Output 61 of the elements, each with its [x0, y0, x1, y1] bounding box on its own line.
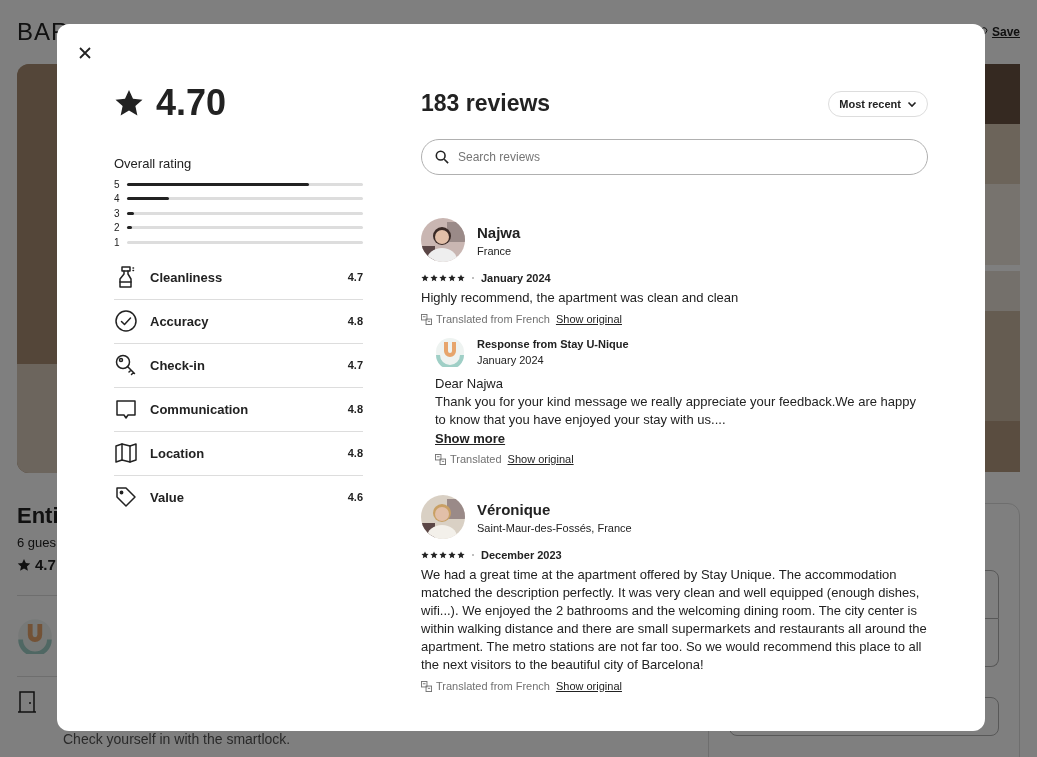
guest-summary: 6 gues	[17, 535, 57, 550]
category-score: 4.7	[347, 271, 363, 283]
translation-note: Translated from French	[436, 313, 550, 325]
review-text: Highly recommend, the apartment was clean and clean	[421, 289, 740, 307]
category-label: Cleanliness	[150, 269, 224, 285]
rating-level-label: 3	[114, 207, 121, 219]
reviewer-name: Najwa	[477, 223, 521, 241]
category-score: 4.7	[347, 359, 363, 371]
close-button[interactable]	[77, 45, 93, 61]
search-icon	[435, 150, 449, 164]
star-icon	[17, 557, 31, 572]
response-title: Response from Stay U-Nique	[477, 338, 629, 350]
rating-level-label: 1	[114, 236, 121, 248]
translation-note: Translated	[450, 453, 502, 465]
search-field[interactable]: Search reviews	[421, 139, 928, 175]
review-date: January 2024	[481, 272, 551, 284]
show-original-link[interactable]: Show original	[507, 453, 574, 465]
door-icon	[17, 691, 37, 713]
reviewer-location: France	[477, 244, 513, 257]
translation-note: Translated from French	[436, 680, 550, 692]
show-original-link[interactable]: Show original	[555, 680, 622, 692]
category-label: Value	[150, 489, 185, 505]
translate-icon	[435, 453, 446, 465]
rating-value: 4.7	[35, 556, 56, 573]
sort-dropdown[interactable]: Most recent	[828, 90, 928, 117]
response-text: Dear Najwa	[435, 375, 504, 393]
overall-rating-label: Overall rating	[114, 156, 193, 171]
review-date: December 2023	[481, 549, 562, 561]
key-icon	[114, 353, 138, 377]
listing-heading: Enti	[17, 503, 59, 529]
host-logo-icon	[435, 337, 465, 367]
category-label: Check-in	[150, 357, 206, 373]
show-original-link[interactable]: Show original	[555, 313, 622, 325]
star-icon	[114, 88, 144, 118]
map-icon	[114, 441, 138, 465]
speech-bubble-icon	[114, 397, 138, 421]
overall-score: 4.70	[156, 82, 227, 124]
category-score: 4.8	[347, 403, 363, 415]
host-logo-icon	[17, 618, 53, 654]
check-circle-icon	[114, 309, 138, 333]
translate-icon	[421, 313, 432, 325]
reviews-count: 183 reviews	[421, 90, 551, 117]
category-label: Location	[150, 445, 206, 461]
review-text: We had a great time at the apartment offered by Stay Unique. The accommodation matched the description perfectly. It was very clean and well equipped (enough dishes, wifi...). We enjoyed the 2 bathrooms and the welcoming dining room. The city center is within walking distance and there are small supermarkets and restaurants all around the apartment. The metro stations are not far too. So we would recommend this place to all the next visitors to the beautiful city of Barcelona!	[421, 566, 928, 674]
category-label: Communication	[150, 401, 250, 417]
rating-level-label: 2	[114, 222, 121, 234]
rating-level-label: 4	[114, 193, 121, 205]
category-score: 4.6	[347, 491, 363, 503]
checkin-description: Check yourself in with the smartlock.	[63, 731, 291, 747]
reviewer-name: Véronique	[477, 500, 552, 518]
tag-icon	[114, 485, 138, 509]
show-more-link[interactable]: Show more	[435, 431, 506, 446]
rating-level-label: 5	[114, 178, 121, 190]
category-score: 4.8	[347, 315, 363, 327]
category-label: Accuracy	[150, 313, 210, 329]
response-text: Thank you for your kind message we really appreciate your feedback.We are happy to know that you have enjoyed your stay with us....	[435, 393, 918, 429]
save-link[interactable]: Save	[991, 25, 1020, 39]
response-date: January 2024	[477, 354, 545, 366]
reviewer-location: Saint-Maur-des-Fossés, France	[477, 521, 632, 534]
translate-icon	[421, 680, 432, 692]
category-score: 4.8	[347, 447, 363, 459]
